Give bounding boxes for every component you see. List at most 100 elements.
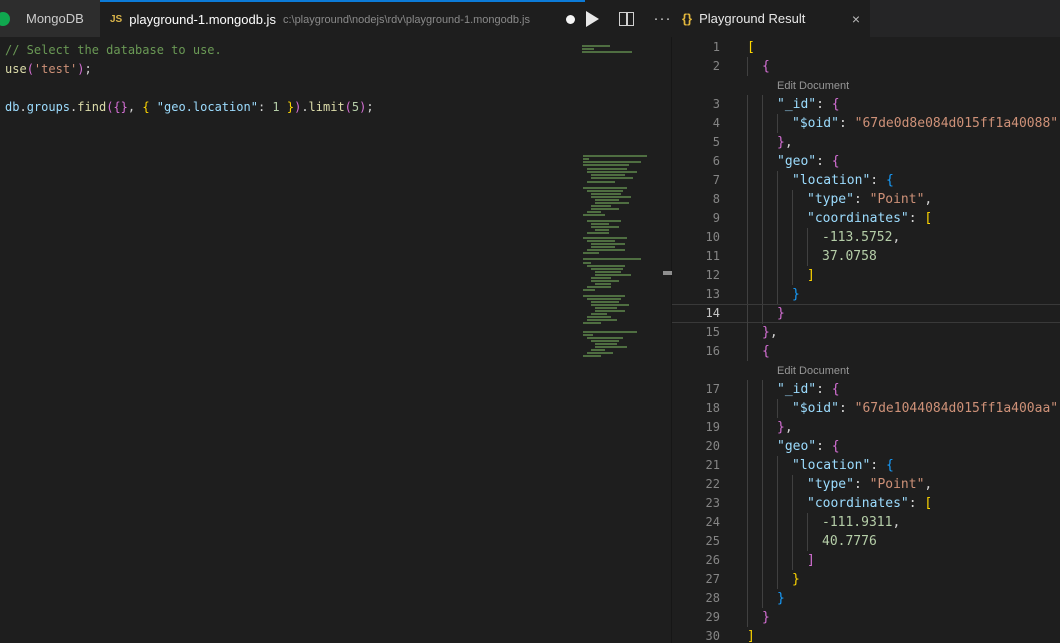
- code-token: {: [886, 173, 894, 188]
- code-token: "Point": [870, 192, 925, 207]
- result-line[interactable]: 14}: [672, 304, 1060, 323]
- result-line[interactable]: 12]: [672, 266, 1060, 285]
- result-line-content: "geo": {: [747, 437, 1060, 456]
- tabbar-right-group: {} Playground Result ×: [672, 0, 1060, 37]
- result-line[interactable]: 17"_id": {: [672, 380, 1060, 399]
- result-line-text: "$oid": "67de1044084d015ff1a400aa": [747, 401, 1058, 416]
- line-number: 29: [672, 608, 720, 627]
- result-line[interactable]: 22"type": "Point",: [672, 475, 1060, 494]
- code-token: {: [832, 154, 840, 169]
- editor-scrollbar[interactable]: [655, 37, 672, 643]
- line-number: 19: [672, 418, 720, 437]
- result-line[interactable]: 21"location": {: [672, 456, 1060, 475]
- result-line[interactable]: 23"coordinates": [: [672, 494, 1060, 513]
- result-line[interactable]: 20 "geo": {: [672, 437, 1060, 456]
- result-line[interactable]: 6"geo": {: [672, 152, 1060, 171]
- minimap-code-mark: [587, 265, 625, 267]
- code-line[interactable]: use('test');: [5, 60, 580, 79]
- result-line[interactable]: 18"$oid": "67de1044084d015ff1a400aa": [672, 399, 1060, 418]
- result-line[interactable]: 3"_id": {: [672, 95, 1060, 114]
- code-line[interactable]: db.groups.find({}, { "geo.location": 1 }…: [5, 98, 580, 117]
- minimap-code-mark: [591, 243, 625, 245]
- code-token: }: [777, 306, 785, 321]
- minimap-code-mark: [587, 168, 627, 170]
- tab-playground-file[interactable]: JS playground-1.mongodb.js c:\playground…: [100, 0, 585, 37]
- result-line-text: ]: [747, 553, 815, 568]
- result-line[interactable]: 27}: [672, 570, 1060, 589]
- minimap-code-mark: [595, 343, 617, 345]
- minimap-code-mark: [587, 181, 615, 183]
- minimap-code-mark: [583, 331, 637, 333]
- split-editor-icon[interactable]: [619, 12, 634, 26]
- result-line[interactable]: 10-113.5752,: [672, 228, 1060, 247]
- code-line[interactable]: [5, 79, 580, 98]
- result-line[interactable]: 16{: [672, 342, 1060, 361]
- result-line[interactable]: 24-111.9311,: [672, 513, 1060, 532]
- result-line[interactable]: 1[: [672, 38, 1060, 57]
- result-line[interactable]: 1137.0758: [672, 247, 1060, 266]
- result-line[interactable]: 9"coordinates": [: [672, 209, 1060, 228]
- code-token: .: [19, 100, 26, 114]
- line-number: 2: [672, 57, 720, 76]
- minimap-code-mark: [583, 155, 647, 157]
- run-playground-icon[interactable]: [586, 11, 599, 27]
- result-line-text: 37.0758: [747, 249, 877, 264]
- code-line[interactable]: // Select the database to use.: [5, 41, 580, 60]
- code-token: {: [762, 59, 770, 74]
- code-token: ): [77, 62, 84, 76]
- result-line-content: -113.5752,: [747, 228, 1060, 247]
- minimap-code-mark: [591, 304, 629, 306]
- code-token: ,: [785, 135, 793, 150]
- tab-mongodb[interactable]: MongoDB: [0, 0, 100, 37]
- result-line-text: [: [747, 40, 755, 55]
- unsaved-changes-icon[interactable]: [566, 15, 575, 24]
- edit-document-link[interactable]: Edit Document: [777, 365, 849, 377]
- result-line-content: "geo": {: [747, 152, 1060, 171]
- result-line[interactable]: 26]: [672, 551, 1060, 570]
- code-token: 37.0758: [822, 249, 877, 264]
- line-number: 9: [672, 209, 720, 228]
- minimap-code-mark: [591, 196, 631, 198]
- close-icon[interactable]: ×: [852, 11, 860, 27]
- playground-code-editor[interactable]: // Select the database to use.use('test'…: [0, 37, 580, 643]
- result-line[interactable]: 4"$oid": "67de0d8e084d015ff1a40088": [672, 114, 1060, 133]
- result-line[interactable]: 8"type": "Point",: [672, 190, 1060, 209]
- result-line[interactable]: 2{: [672, 57, 1060, 76]
- code-token: ,: [128, 100, 142, 114]
- code-token: "geo": [777, 439, 816, 454]
- edit-document-link[interactable]: Edit Document: [777, 80, 849, 92]
- minimap-code-mark: [591, 268, 623, 270]
- result-line-text: "geo": {: [747, 439, 840, 454]
- minimap-code-mark: [591, 208, 619, 210]
- result-line[interactable]: 5},: [672, 133, 1060, 152]
- minimap[interactable]: [580, 37, 655, 643]
- file-tab-path: c:\playground\nodejs\rdv\playground-1.mo…: [283, 14, 558, 26]
- code-token: ,: [924, 192, 932, 207]
- more-actions-icon[interactable]: ···: [654, 14, 672, 24]
- code-token: use: [5, 62, 27, 76]
- result-line[interactable]: 13}: [672, 285, 1060, 304]
- result-line[interactable]: 15},: [672, 323, 1060, 342]
- result-line[interactable]: 30]: [672, 627, 1060, 643]
- minimap-code-mark: [591, 349, 605, 351]
- result-line[interactable]: 19},: [672, 418, 1060, 437]
- code-token: (: [345, 100, 352, 114]
- result-line[interactable]: 2540.7776: [672, 532, 1060, 551]
- playground-result-editor[interactable]: 1[2{Edit Document3"_id": {4"$oid": "67de…: [672, 37, 1060, 643]
- line-number: 20: [672, 437, 720, 456]
- code-token: :: [839, 116, 855, 131]
- minimap-code-mark: [587, 171, 637, 173]
- code-token: "67de0d8e084d015ff1a40088": [855, 116, 1059, 131]
- result-line[interactable]: 29}: [672, 608, 1060, 627]
- code-token: ]: [807, 268, 815, 283]
- tab-playground-result[interactable]: {} Playground Result ×: [672, 0, 870, 37]
- line-number: 1: [672, 38, 720, 57]
- line-number: 22: [672, 475, 720, 494]
- result-line-text: "coordinates": [: [747, 496, 932, 511]
- code-token: :: [870, 458, 886, 473]
- result-line[interactable]: 7"location": {: [672, 171, 1060, 190]
- result-line-content: }: [747, 305, 1060, 322]
- result-line[interactable]: 28}: [672, 589, 1060, 608]
- code-token: }: [792, 572, 800, 587]
- line-number: 4: [672, 114, 720, 133]
